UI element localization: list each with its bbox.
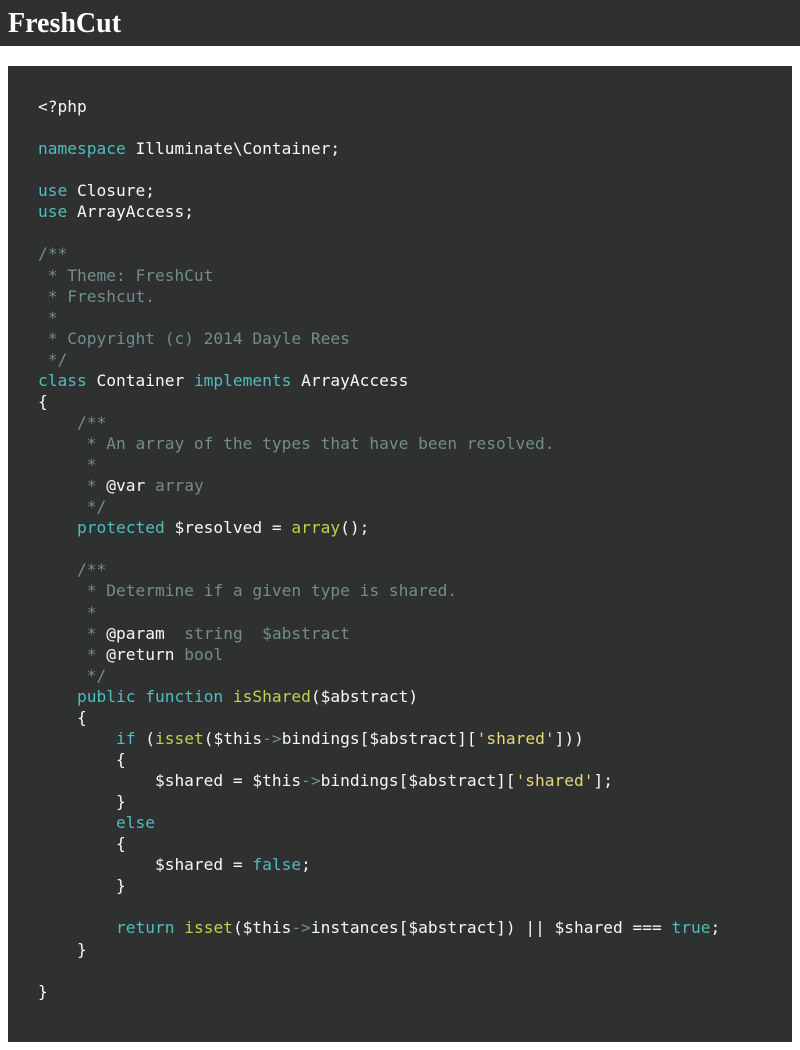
- code-line: *: [38, 308, 58, 327]
- code-line: {: [38, 750, 126, 769]
- code-line: * @return bool: [38, 645, 223, 664]
- code-line: /**: [38, 413, 106, 432]
- code-line: $shared = $this->bindings[$abstract]['sh…: [38, 771, 613, 790]
- code-block: <?php namespace Illuminate\Container; us…: [8, 66, 792, 1042]
- code-line: * An array of the types that have been r…: [38, 434, 555, 453]
- code-line: use Closure;: [38, 181, 155, 200]
- code-line: {: [38, 392, 48, 411]
- code-line: {: [38, 834, 126, 853]
- code-line: * @var array: [38, 476, 204, 495]
- window-top-bar: [0, 0, 800, 8]
- content-wrap: <?php namespace Illuminate\Container; us…: [0, 46, 800, 1050]
- code-line: class Container implements ArrayAccess: [38, 371, 408, 390]
- code-line: $shared = false;: [38, 855, 311, 874]
- code-line: else: [38, 813, 155, 832]
- code-line: */: [38, 350, 67, 369]
- header: FreshCut: [0, 8, 800, 46]
- code-line: * Copyright (c) 2014 Dayle Rees: [38, 329, 350, 348]
- code-line: }: [38, 982, 48, 1001]
- code-line: {: [38, 708, 87, 727]
- code-line: }: [38, 792, 126, 811]
- code-line: *: [38, 603, 96, 622]
- code-line: * Freshcut.: [38, 287, 155, 306]
- code-line: */: [38, 666, 106, 685]
- code-line: return isset($this->instances[$abstract]…: [38, 918, 720, 937]
- code-line: namespace Illuminate\Container;: [38, 139, 340, 158]
- code-line: }: [38, 940, 87, 959]
- code-line: /**: [38, 244, 67, 263]
- code-line: * @param string $abstract: [38, 624, 350, 643]
- code-line: *: [38, 455, 96, 474]
- code-line: * Determine if a given type is shared.: [38, 581, 457, 600]
- code-line: /**: [38, 560, 106, 579]
- code-line: * Theme: FreshCut: [38, 266, 213, 285]
- page-title: FreshCut: [8, 8, 792, 40]
- code-line: if (isset($this->bindings[$abstract]['sh…: [38, 729, 584, 748]
- code-line: }: [38, 876, 126, 895]
- code-line: */: [38, 497, 106, 516]
- code-line: protected $resolved = array();: [38, 518, 369, 537]
- code-line: <?php: [38, 97, 87, 116]
- code-line: use ArrayAccess;: [38, 202, 194, 221]
- code-line: public function isShared($abstract): [38, 687, 418, 706]
